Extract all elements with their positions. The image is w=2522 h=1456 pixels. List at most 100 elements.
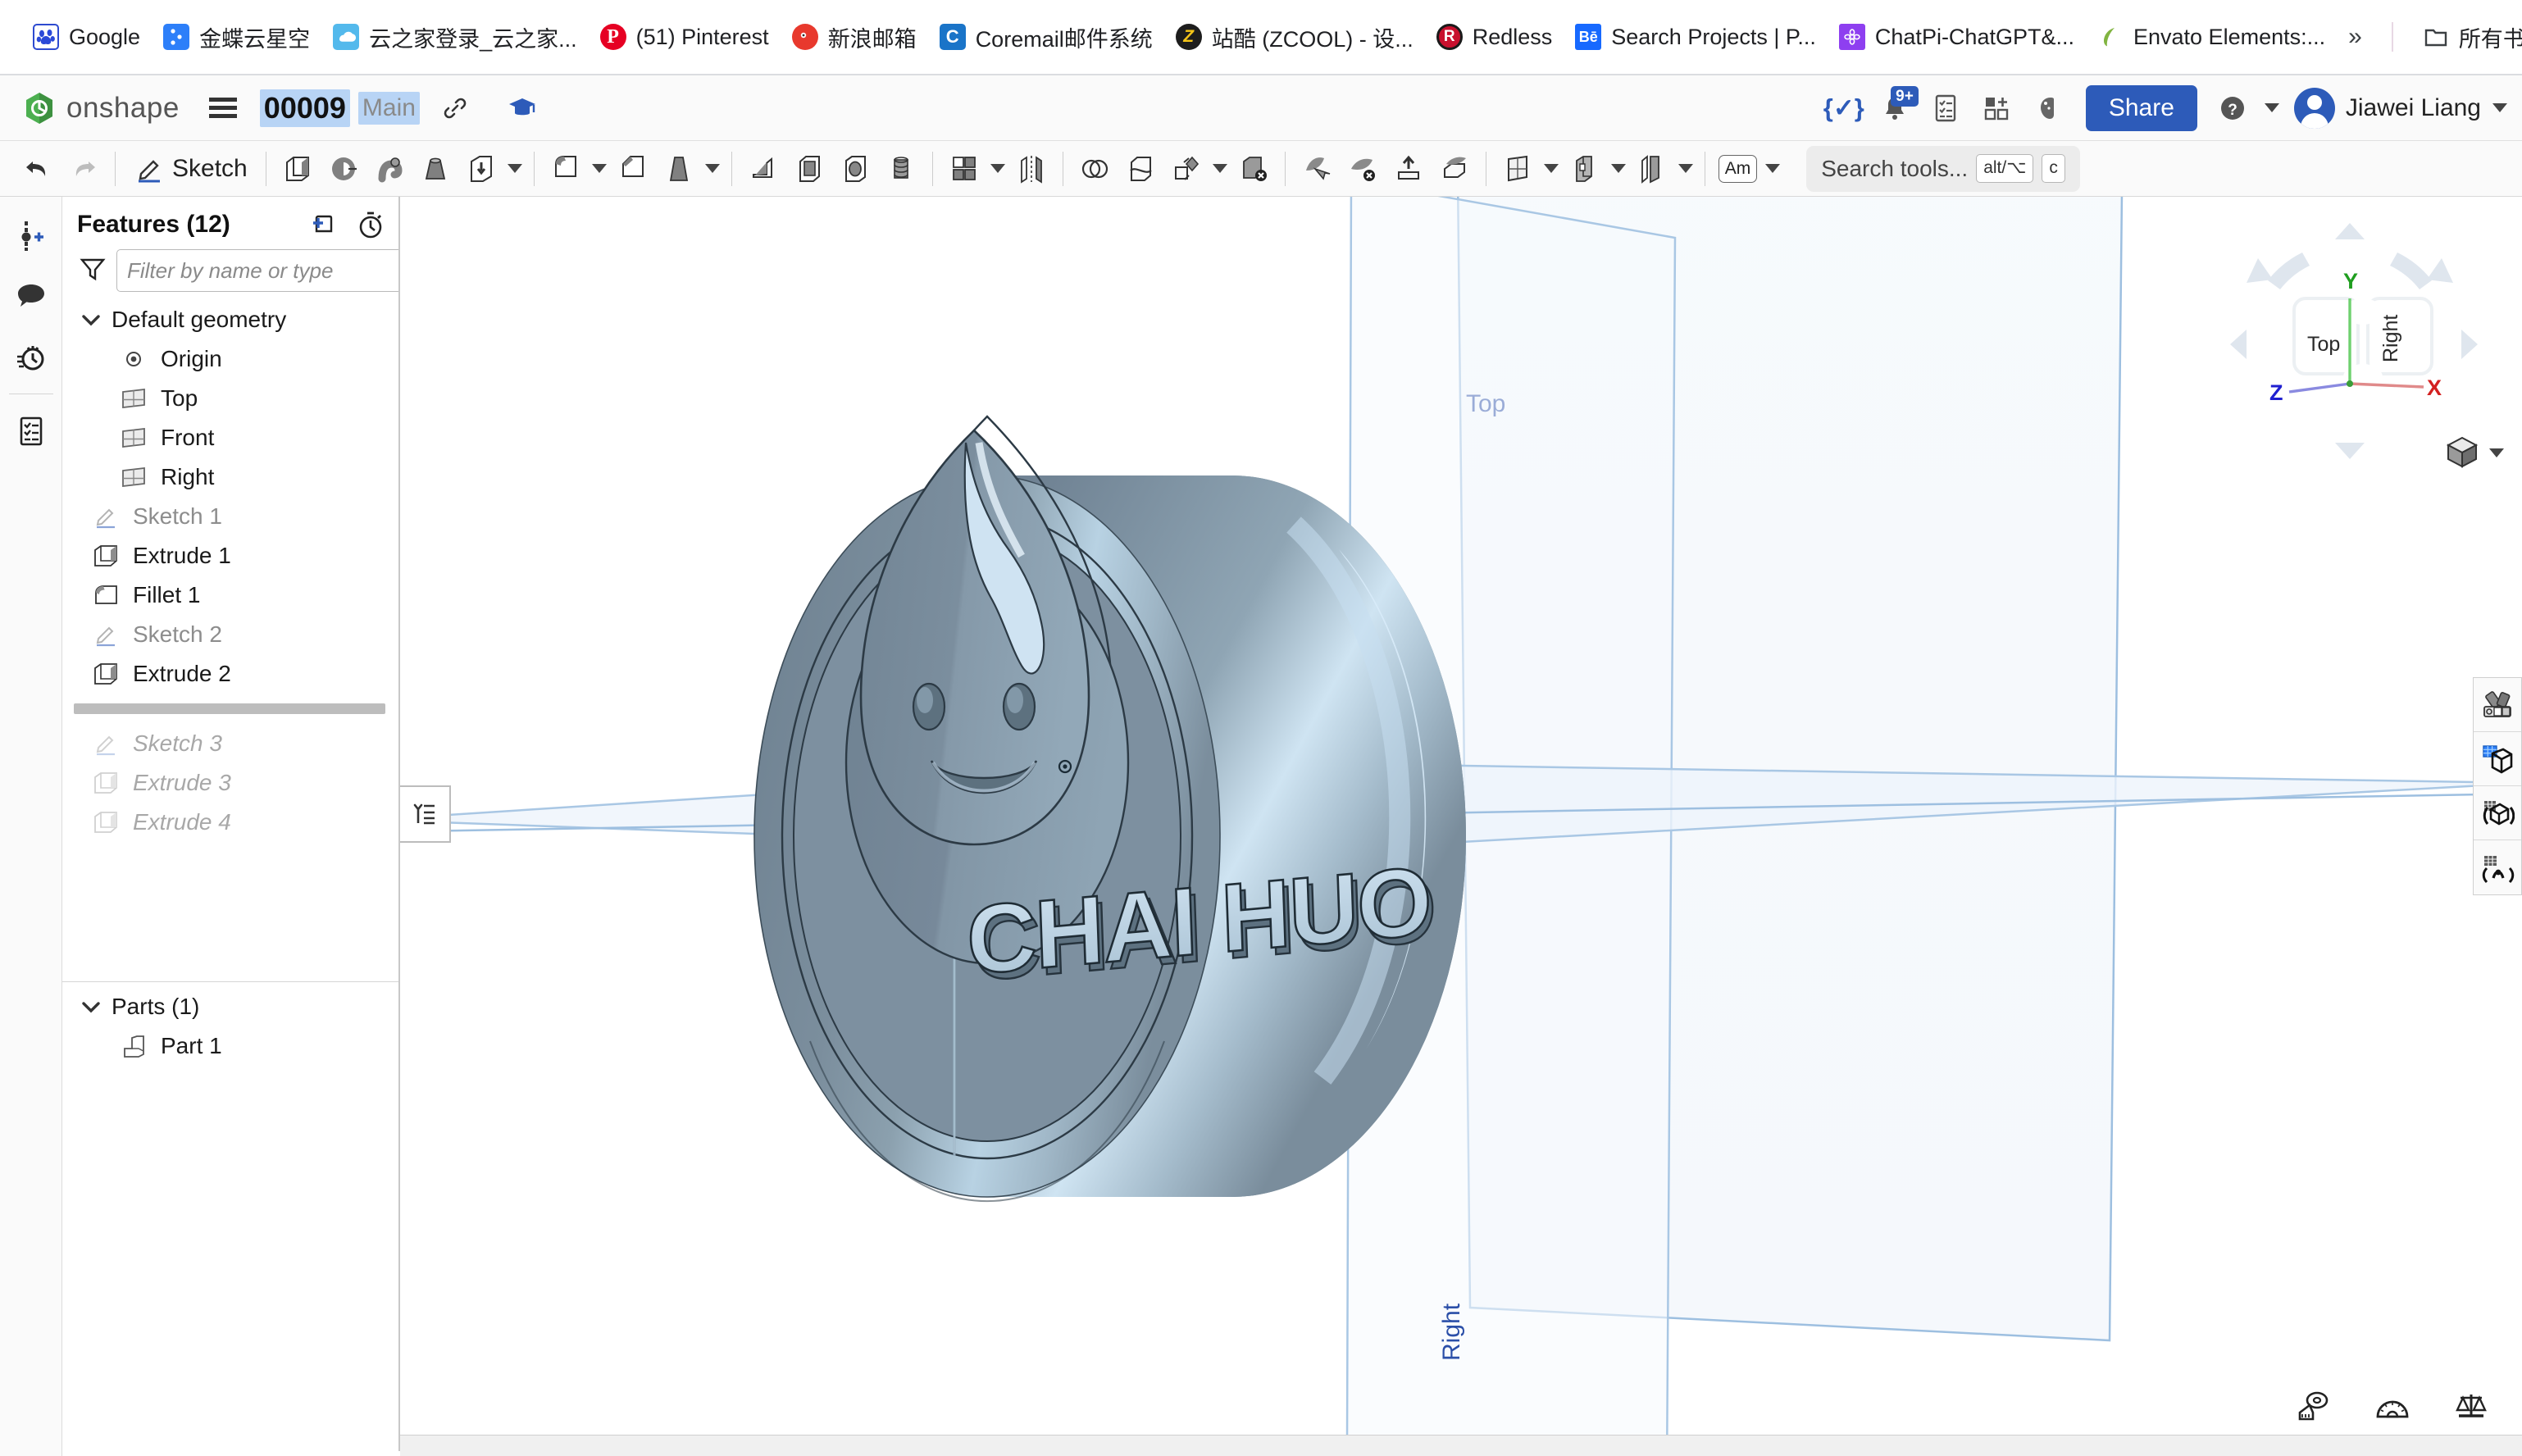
shell-tool[interactable]	[786, 145, 832, 193]
workspace-name[interactable]: Main	[357, 91, 420, 125]
user-chevron-down-icon[interactable]	[2492, 103, 2507, 112]
bookmark-envato[interactable]: Envato Elements:...	[2086, 17, 2337, 57]
tree-item-extrude-2[interactable]: Extrude 2	[62, 654, 398, 694]
tree-item-extrude-1[interactable]: Extrude 1	[62, 536, 398, 576]
rollback-bar[interactable]	[74, 703, 385, 714]
add-folder-icon[interactable]	[310, 210, 341, 239]
rail-assembly-icon[interactable]	[5, 205, 57, 266]
chamfer-tool[interactable]	[610, 145, 656, 193]
draft-chevron-down-icon[interactable]	[702, 164, 723, 173]
appearance-icon[interactable]	[2474, 678, 2521, 732]
thicken-chevron-down-icon[interactable]	[504, 164, 526, 173]
rib-tool[interactable]	[740, 145, 786, 193]
bookmark-kingdee[interactable]: 金蝶云星空	[152, 15, 321, 60]
bookmark-pinterest[interactable]: P (51) Pinterest	[589, 17, 781, 57]
hamburger-icon[interactable]	[204, 93, 242, 123]
help-chevron-down-icon[interactable]	[2264, 103, 2279, 112]
rail-tasks-icon[interactable]	[5, 401, 57, 462]
tree-item-right-plane[interactable]: Right	[62, 457, 398, 497]
thicken-tool[interactable]	[458, 145, 504, 193]
extrude-tool[interactable]	[275, 145, 321, 193]
rail-history-icon[interactable]	[5, 326, 57, 387]
replace-face-tool[interactable]	[1386, 145, 1432, 193]
tree-item-top-plane[interactable]: Top	[62, 379, 398, 418]
pattern-tool[interactable]	[941, 145, 987, 193]
tree-item-fillet-1[interactable]: Fillet 1	[62, 576, 398, 615]
variable-chevron-down-icon[interactable]	[1675, 164, 1696, 173]
share-button[interactable]: Share	[2085, 84, 2197, 131]
delete-face-tool[interactable]	[1294, 145, 1340, 193]
move-face-tool[interactable]	[1340, 145, 1386, 193]
graduation-cap-icon[interactable]	[507, 94, 538, 122]
tree-item-part-1[interactable]: Part 1	[62, 1026, 398, 1066]
display-mode-button[interactable]	[2443, 435, 2504, 471]
motion-study-icon[interactable]	[2474, 840, 2521, 894]
am-chevron-down-icon[interactable]	[1762, 164, 1783, 173]
render-studio-icon[interactable]	[2474, 732, 2521, 786]
3d-viewport[interactable]: Top	[400, 197, 2522, 1435]
document-title[interactable]: 00009	[259, 89, 350, 127]
hole-tool[interactable]	[832, 145, 878, 193]
protractor-icon[interactable]	[2371, 1385, 2414, 1428]
tree-item-sketch-2[interactable]: Sketch 2	[62, 615, 398, 654]
tree-group-default-geometry[interactable]: Default geometry	[62, 300, 398, 339]
thread-tool[interactable]	[878, 145, 924, 193]
am-button[interactable]: Am	[1714, 145, 1763, 193]
revolve-tool[interactable]	[321, 145, 366, 193]
bookmark-sina[interactable]: 新浪邮箱	[781, 15, 928, 60]
tree-toggle-button[interactable]	[400, 785, 451, 843]
draft-tool[interactable]	[656, 145, 702, 193]
transform-chevron-down-icon[interactable]	[1209, 164, 1231, 173]
sweep-tool[interactable]	[366, 145, 412, 193]
variable-tool[interactable]	[1629, 145, 1675, 193]
delete-part-tool[interactable]	[1231, 145, 1277, 193]
plane-tool[interactable]	[1495, 145, 1541, 193]
bookmark-redless[interactable]: R Redless	[1425, 17, 1564, 57]
tree-group-parts[interactable]: Parts (1)	[62, 982, 398, 1026]
surface-tool[interactable]	[1562, 145, 1608, 193]
bookmark-google[interactable]: Google	[21, 17, 152, 57]
mirror-tool[interactable]	[1008, 145, 1054, 193]
tree-item-front-plane[interactable]: Front	[62, 418, 398, 457]
display-mode-chevron-down-icon[interactable]	[2489, 448, 2504, 457]
help-icon[interactable]: ?	[2207, 83, 2258, 134]
redo-icon[interactable]	[61, 145, 107, 193]
sketch-button[interactable]: Sketch	[124, 145, 257, 193]
bookmark-yunzhijia[interactable]: 云之家登录_云之家...	[321, 15, 589, 60]
undo-icon[interactable]	[15, 145, 61, 193]
brain-icon[interactable]	[2022, 83, 2073, 134]
link-icon[interactable]	[441, 94, 469, 122]
tree-item-origin[interactable]: Origin	[62, 339, 398, 379]
bookmark-coremail[interactable]: C Coremail邮件系统	[928, 15, 1164, 60]
search-tools-input[interactable]: Search tools... alt/⌥ c	[1806, 145, 2080, 192]
split-tool[interactable]	[1118, 145, 1163, 193]
surface-chevron-down-icon[interactable]	[1608, 164, 1629, 173]
simulation-icon[interactable]	[2474, 786, 2521, 840]
tree-item-extrude-3[interactable]: Extrude 3	[62, 763, 398, 803]
notifications-icon[interactable]: 9+	[1869, 83, 1920, 134]
all-bookmarks-button[interactable]: 所有书签	[2411, 15, 2522, 60]
filter-icon[interactable]	[79, 255, 107, 287]
sheet-metal-tool[interactable]	[1432, 145, 1477, 193]
tree-item-sketch-3[interactable]: Sketch 3	[62, 724, 398, 763]
featurescript-icon[interactable]: {✓}	[1819, 83, 1869, 134]
mass-properties-icon[interactable]	[2450, 1385, 2492, 1428]
fillet-tool[interactable]	[543, 145, 589, 193]
tasks-icon[interactable]	[1920, 83, 1971, 134]
tree-item-extrude-4[interactable]: Extrude 4	[62, 803, 398, 842]
bookmark-chatpi[interactable]: ChatPi-ChatGPT&...	[1828, 17, 2086, 57]
onshape-logo[interactable]: onshape	[21, 90, 180, 126]
bookmark-zcool[interactable]: Z 站酷 (ZCOOL) - 设...	[1164, 15, 1425, 60]
rail-comments-icon[interactable]	[5, 266, 57, 326]
loft-tool[interactable]	[412, 145, 458, 193]
timer-icon[interactable]	[356, 210, 385, 239]
boolean-tool[interactable]	[1072, 145, 1118, 193]
plane-chevron-down-icon[interactable]	[1541, 164, 1562, 173]
bookmark-behance[interactable]: Bē Search Projects | P...	[1564, 17, 1828, 57]
pattern-chevron-down-icon[interactable]	[987, 164, 1008, 173]
measure-tape-icon[interactable]	[2292, 1385, 2335, 1428]
bookmark-overflow-button[interactable]: »	[2337, 18, 2374, 56]
fillet-chevron-down-icon[interactable]	[589, 164, 610, 173]
feature-filter-input[interactable]	[116, 249, 398, 292]
transform-tool[interactable]	[1163, 145, 1209, 193]
